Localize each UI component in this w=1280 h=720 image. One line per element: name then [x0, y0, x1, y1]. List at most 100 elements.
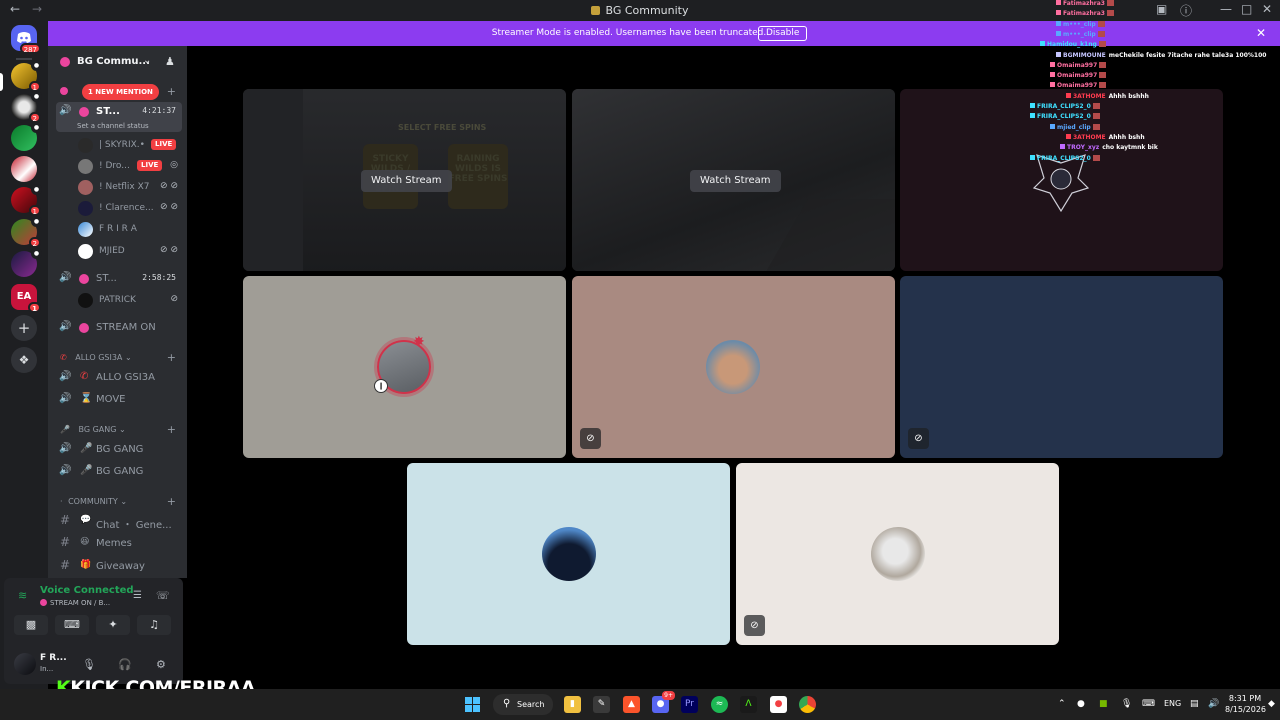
brave-browser-icon[interactable]: ▲ [623, 696, 640, 713]
voice-user[interactable]: ! Dro... LIVE ◎ [76, 156, 182, 176]
server-1-icon[interactable]: ● 1 [11, 60, 42, 92]
channel-move-label: MOVE [96, 394, 126, 405]
voice-user[interactable]: | SKYRIX.• LIVE [76, 135, 182, 155]
discord-taskbar-icon[interactable]: ● 9+ [652, 691, 675, 713]
channel-chat-general[interactable]: # 💬 Chat ・ Gene... [56, 512, 182, 532]
chat-emote-icon [1099, 72, 1107, 79]
category-community-label: COMMUNITY [68, 497, 118, 506]
add-channel-plus-icon[interactable]: + [167, 351, 176, 364]
chat-badge-icon [1056, 51, 1061, 57]
voice-channel-name: STREAM ON / B... [50, 599, 111, 607]
channel-stream-on[interactable]: 🔊 STREAM ON [56, 318, 182, 338]
screen-share-button[interactable]: ⌨ [55, 615, 89, 635]
voice-user-name: PATRICK [99, 295, 136, 305]
chevron-down-icon[interactable]: ⌄ [143, 55, 151, 66]
category-bg-gang[interactable]: 🎤 BG GANG ⌄ + [60, 423, 180, 439]
nvidia-icon[interactable]: ■ [1099, 699, 1108, 709]
voice-channel-path[interactable]: STREAM ON / B... [40, 599, 110, 607]
user-tile-3[interactable]: ⊘ [900, 276, 1223, 458]
watch-stream-button[interactable]: Watch Stream [361, 170, 452, 192]
watch-stream-button[interactable]: Watch Stream [690, 170, 781, 192]
channel-allo[interactable]: 🔊 ✆ ALLO GSI3A [56, 368, 182, 388]
disconnect-icon[interactable]: ☏ [156, 589, 170, 602]
camera-toggle-button[interactable]: ▩ [14, 615, 48, 635]
user-tile-4[interactable] [407, 463, 730, 645]
snipping-tool-icon[interactable]: ✎ [593, 696, 610, 713]
channel-memes[interactable]: # 😆 Memes [56, 534, 182, 554]
mic-icon: 🎤 [60, 425, 70, 434]
server-6-icon[interactable]: ● 2 [11, 216, 42, 248]
channel-giveaway[interactable]: # 🎁 Giveaway [56, 557, 182, 577]
server-2-icon[interactable]: ● 2 [11, 91, 42, 123]
chat-username: Omaima997 [1057, 72, 1098, 80]
user-status: In... [40, 665, 54, 673]
phone-icon: ✆ [80, 371, 89, 382]
server-7-icon[interactable]: ● [11, 248, 42, 277]
kick-app-icon[interactable]: Λ [740, 696, 757, 713]
mic-icon[interactable]: 🎙 [82, 658, 96, 671]
activities-button[interactable]: ✦ [96, 615, 130, 635]
user-tile-2[interactable]: ⊘ [572, 276, 895, 458]
tray-chevron-up-icon[interactable]: ⌃ [1058, 699, 1066, 709]
server-3-icon[interactable]: ● [11, 122, 42, 151]
user-tile-1[interactable]: ✸ ❙ [243, 276, 566, 458]
chat-username: m•••_clip [1063, 20, 1096, 28]
discord-home-icon[interactable]: 287 [11, 25, 41, 54]
premiere-pro-icon[interactable]: Pr [681, 696, 698, 713]
category-allo[interactable]: ✆ ALLO GSI3A ⌄ + [60, 351, 180, 367]
category-community[interactable]: · COMMUNITY ⌄ + [60, 495, 180, 511]
user-name[interactable]: F R... [40, 653, 67, 663]
user-avatar[interactable] [14, 653, 36, 675]
voice-user-name: MJIED [99, 246, 125, 256]
voice-user[interactable]: F R I R A [76, 219, 182, 239]
explore-compass-icon[interactable]: ❖ [11, 347, 37, 373]
stream-tile-2[interactable]: Watch Stream [572, 89, 895, 271]
channel-stage-2[interactable]: 🔊 ST... 2:58:25 [56, 269, 182, 289]
guild-header[interactable]: BG Commu... ⌄ ♟ [48, 46, 187, 78]
noise-suppression-icon[interactable]: ☰ [133, 590, 142, 601]
spotify-icon[interactable]: ≈ [711, 696, 728, 713]
channel-status-text[interactable]: Set a channel status [77, 122, 149, 130]
voice-user[interactable]: ! Netflix X7 ⊘ ⊘ [76, 177, 182, 197]
signal-strength-icon[interactable]: ≋ [18, 589, 27, 602]
new-mention-badge[interactable]: 1 NEW MENTION [82, 84, 159, 100]
server-5-icon[interactable]: ● 1 [11, 184, 42, 216]
volume-icon[interactable]: 🔊 [1208, 699, 1219, 709]
add-channel-plus-icon[interactable]: + [167, 495, 176, 508]
gear-icon[interactable]: ⚙ [156, 658, 166, 671]
file-explorer-icon[interactable]: ▮ [564, 696, 581, 713]
channel-move[interactable]: 🔊 ⌛ MOVE [56, 390, 182, 410]
disable-streamer-mode-button[interactable]: Disable [758, 26, 808, 41]
user-tile-5[interactable]: ⊘ [736, 463, 1059, 645]
keyboard-tray-icon[interactable]: ⌨ [1142, 699, 1155, 709]
language-indicator[interactable]: ENG [1164, 699, 1181, 708]
speaker-icon: ● [31, 248, 42, 259]
voice-user[interactable]: PATRICK ⊘ [76, 290, 182, 310]
voice-user[interactable]: ! Clarence... ⊘ ⊘ [76, 198, 182, 218]
headphones-icon[interactable]: 🎧 [118, 658, 132, 671]
server-ea-icon[interactable]: EA 1 [11, 284, 41, 313]
add-channel-plus-icon[interactable]: + [167, 423, 176, 436]
channel-bg-gang-1[interactable]: 🔊 🎤 BG GANG [56, 440, 182, 460]
chat-line: Fatimazhra3 [1056, 10, 1114, 17]
network-icon[interactable]: ▤ [1190, 699, 1199, 709]
taskbar-clock[interactable]: 8:31 PM 8/15/2026 [1225, 693, 1266, 715]
voice-connected-status[interactable]: Voice Connected [40, 585, 134, 596]
tray-app-icon[interactable]: ● [1077, 699, 1085, 709]
notification-bell-icon[interactable]: ◆ [1268, 699, 1275, 709]
voice-user[interactable]: MJIED ⊘ ⊘ [76, 241, 182, 261]
windows-start-icon[interactable] [464, 696, 481, 713]
chrome-icon[interactable] [799, 696, 816, 713]
taskbar-search[interactable]: ⚲ Search [493, 694, 553, 715]
document-app-icon[interactable]: ● [770, 696, 787, 713]
add-server-icon[interactable]: + [11, 315, 37, 341]
channel-stage-1[interactable]: 🔊 ST... 4:21:37 Set a channel status [56, 102, 182, 132]
microphone-tray-icon[interactable]: 🎙 [1121, 699, 1132, 709]
soundboard-button[interactable]: ♫ [137, 615, 171, 635]
server-4-icon[interactable] [11, 156, 37, 182]
channel-emoji-dot [40, 599, 47, 606]
channel-bg-gang-2[interactable]: 🔊 🎤 BG GANG [56, 462, 182, 482]
stream-tile-1[interactable]: SELECT FREE SPINS STICKY WILDS / FREE SP… [243, 89, 566, 271]
add-channel-plus-icon[interactable]: + [167, 85, 176, 98]
invite-people-icon[interactable]: ♟ [165, 55, 175, 68]
